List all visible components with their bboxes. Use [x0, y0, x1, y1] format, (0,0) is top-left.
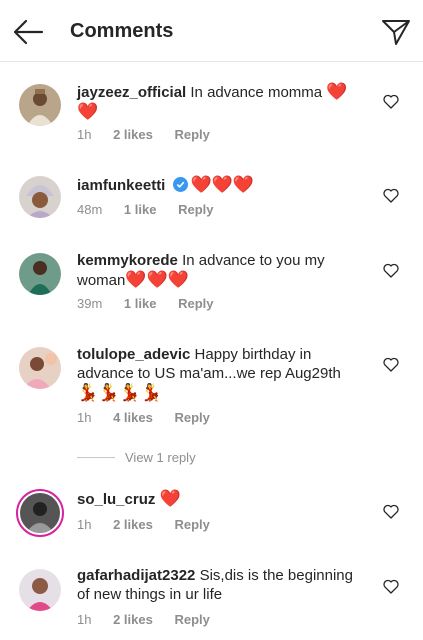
- avatar[interactable]: [16, 489, 64, 537]
- reply-button[interactable]: Reply: [178, 296, 213, 311]
- comment-text: so_lu_cruz ❤️: [77, 489, 367, 509]
- comment-likes[interactable]: 2 likes: [113, 612, 153, 627]
- heart-outline-icon[interactable]: [383, 263, 399, 278]
- reply-button[interactable]: Reply: [178, 202, 213, 217]
- view-replies-button[interactable]: View 1 reply: [77, 450, 196, 465]
- heart-outline-icon[interactable]: [383, 357, 399, 372]
- page-title: Comments: [70, 20, 174, 42]
- avatar[interactable]: [19, 253, 61, 295]
- comment-body: In advance momma: [190, 84, 327, 101]
- comment-username[interactable]: jayzeez_official: [77, 84, 186, 101]
- heart-outline-icon[interactable]: [383, 188, 399, 203]
- heart-outline-icon[interactable]: [383, 579, 399, 594]
- comment-time: 1h: [77, 127, 92, 142]
- comment-username[interactable]: gafarhadijat2322: [77, 567, 195, 584]
- comment-username[interactable]: tolulope_adevic: [77, 346, 190, 363]
- comment-meta: 1h 2 likes Reply: [77, 612, 228, 627]
- dancer-emoji: 💃💃💃💃: [77, 383, 162, 402]
- heart-emoji: ❤️: [159, 489, 181, 508]
- avatar[interactable]: [19, 569, 61, 611]
- comment-likes[interactable]: 2 likes: [113, 517, 153, 532]
- comment-text: kemmykorede In advance to you my woman❤️…: [77, 251, 367, 290]
- heart-outline-icon[interactable]: [383, 94, 399, 109]
- top-bar: Comments: [0, 0, 423, 62]
- comment-meta: 1h 2 likes Reply: [77, 517, 228, 532]
- verified-badge-icon: [172, 177, 188, 192]
- comment-text: jayzeez_official In advance momma ❤️❤️: [77, 82, 367, 122]
- comment-time: 1h: [77, 612, 92, 627]
- avatar[interactable]: [19, 84, 61, 126]
- reply-button[interactable]: Reply: [174, 612, 209, 627]
- comment-username[interactable]: kemmykorede: [77, 252, 178, 269]
- divider-line: [77, 457, 115, 458]
- heart-emoji: ❤️❤️❤️: [125, 270, 189, 289]
- paper-plane-icon[interactable]: [381, 17, 411, 47]
- view-replies-label: View 1 reply: [125, 450, 196, 465]
- comment-likes[interactable]: 1 like: [124, 202, 157, 217]
- comment-time: 48m: [77, 202, 103, 217]
- comment-text: tolulope_adevic Happy birthday in advanc…: [77, 345, 367, 403]
- comment-username[interactable]: iamfunkeetti: [77, 177, 165, 194]
- comment-time: 1h: [77, 410, 92, 425]
- arrow-left-icon[interactable]: [12, 18, 44, 46]
- avatar[interactable]: [19, 176, 61, 218]
- comment-meta: 1h 2 likes Reply: [77, 127, 228, 142]
- reply-button[interactable]: Reply: [174, 410, 209, 425]
- comment-likes[interactable]: 2 likes: [113, 127, 153, 142]
- heart-outline-icon[interactable]: [383, 504, 399, 519]
- comment-text: iamfunkeetti ❤️❤️❤️: [77, 175, 367, 195]
- comment-meta: 1h 4 likes Reply: [77, 410, 228, 425]
- reply-button[interactable]: Reply: [174, 127, 209, 142]
- comment-likes[interactable]: 1 like: [124, 296, 157, 311]
- comment-meta: 48m 1 like Reply: [77, 202, 231, 217]
- comment-likes[interactable]: 4 likes: [113, 410, 153, 425]
- reply-button[interactable]: Reply: [174, 517, 209, 532]
- comment-username[interactable]: so_lu_cruz: [77, 491, 155, 508]
- heart-emoji: ❤️❤️❤️: [190, 175, 255, 194]
- comment-time: 1h: [77, 517, 92, 532]
- avatar-image: [20, 493, 60, 533]
- avatar[interactable]: [19, 347, 61, 389]
- comment-time: 39m: [77, 296, 103, 311]
- comment-text: gafarhadijat2322 Sis,dis is the beginnin…: [77, 566, 367, 604]
- comment-meta: 39m 1 like Reply: [77, 296, 231, 311]
